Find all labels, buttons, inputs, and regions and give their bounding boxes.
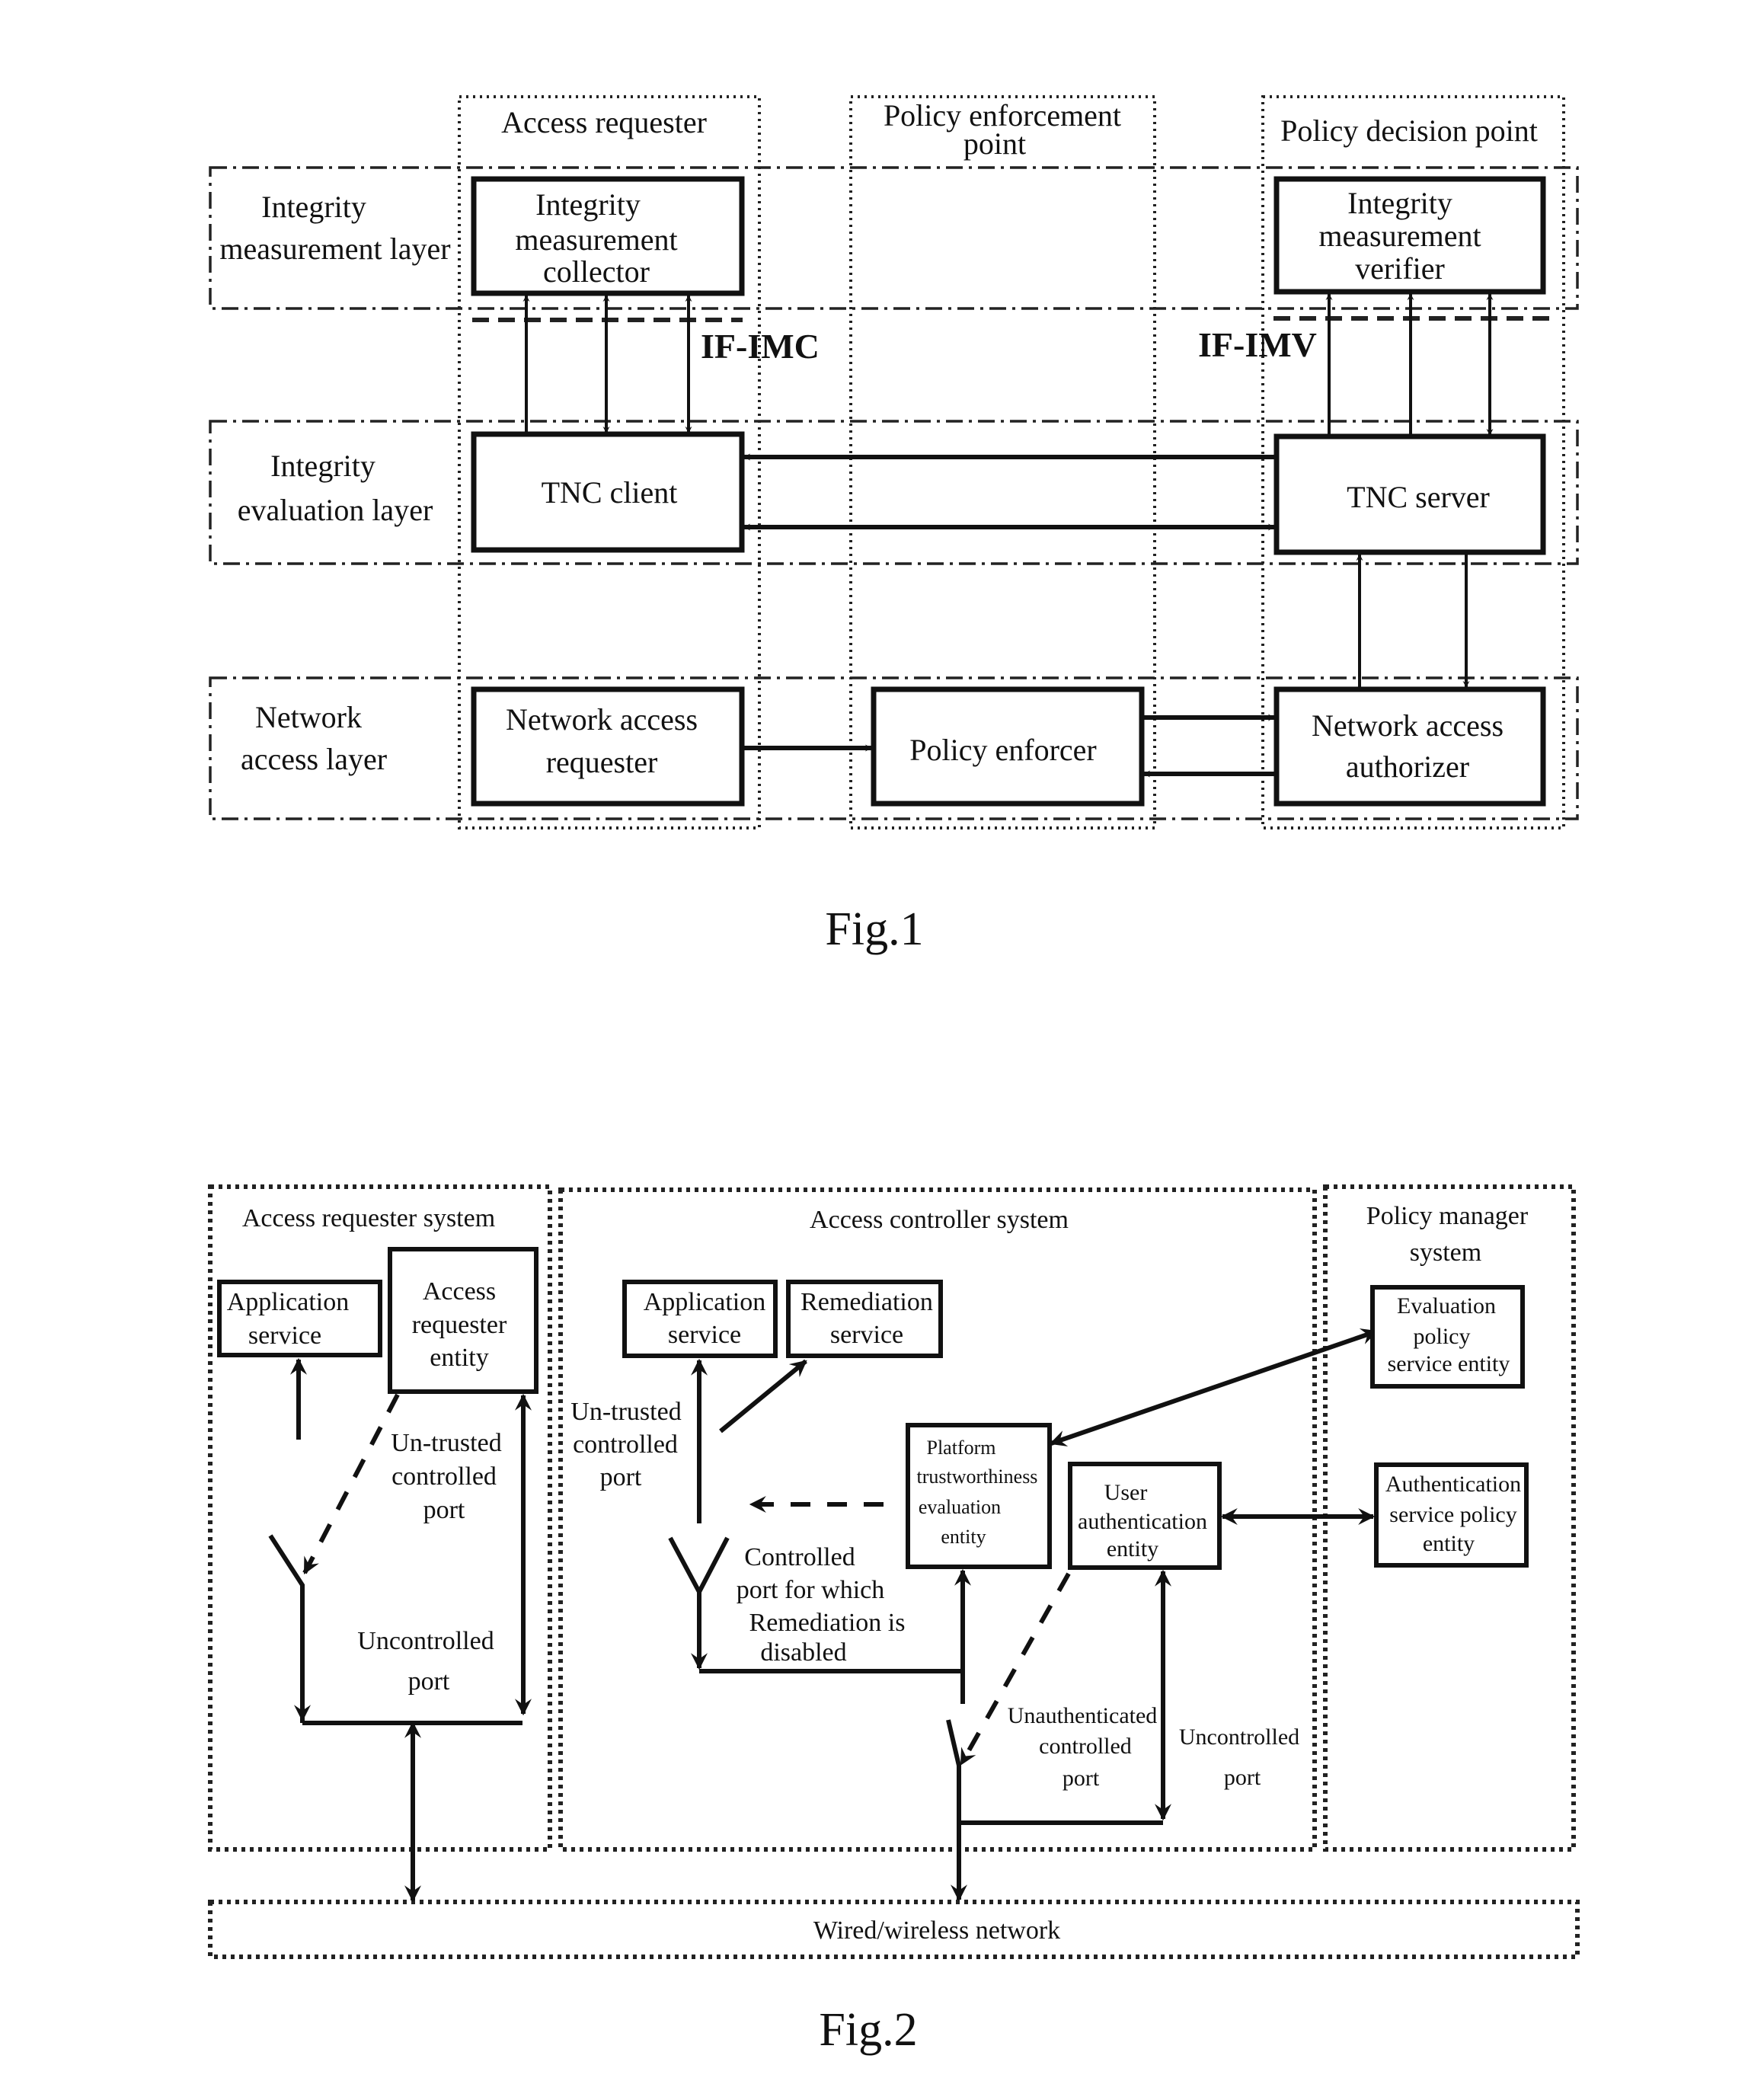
figure-2-caption: Fig.2 [819, 2004, 917, 2056]
tnc-client-box: TNC client [471, 431, 745, 553]
column-header-policy-decision-point: Policy decision point [1280, 113, 1538, 148]
figure-1: Access requester Policy enforcement poin… [209, 95, 1579, 955]
figure-1-caption: Fig.1 [825, 903, 923, 955]
ac-uncontrolled-label-2: port [1224, 1765, 1261, 1790]
arrow-ptee-epse-bidir [1049, 1328, 1379, 1446]
ar-untrusted-label-3: port [423, 1496, 465, 1524]
ac-untrusted-label-2: controlled [573, 1430, 678, 1459]
layer-label-na-line1: Network [255, 700, 362, 734]
layer-label-im-line1: Integrity [261, 190, 366, 224]
ar-untrusted-label-1: Un-trusted [391, 1429, 501, 1457]
svg-text:requester: requester [412, 1311, 507, 1339]
svg-text:authentication: authentication [1078, 1509, 1207, 1534]
svg-text:Network access: Network access [1312, 708, 1504, 743]
ac-uncontrolled-label-1: Uncontrolled [1179, 1724, 1299, 1750]
if-imv-label: IF-IMV [1198, 325, 1317, 364]
svg-text:service: service [668, 1321, 741, 1349]
svg-text:service: service [248, 1322, 321, 1350]
ac-untrusted-label-3: port [600, 1463, 642, 1491]
svg-text:service entity: service entity [1388, 1351, 1510, 1376]
policy-enforcer-box: Policy enforcer [871, 686, 1145, 807]
svg-text:Policy enforcer: Policy enforcer [909, 733, 1096, 767]
patent-figures: Access requester Policy enforcement poin… [208, 95, 1580, 2056]
ac-controlled-port-switch [668, 1536, 730, 1597]
column-header-access-requester: Access requester [501, 105, 707, 139]
svg-text:TNC server: TNC server [1347, 480, 1490, 514]
svg-text:Network access: Network access [506, 702, 698, 737]
svg-text:Integrity: Integrity [1347, 186, 1452, 220]
svg-text:requester: requester [546, 745, 658, 779]
imv-box: Integrity measurement verifier [1273, 176, 1546, 295]
ar-untrusted-label-2: controlled [391, 1462, 497, 1491]
network-label: Wired/wireless network [813, 1916, 1060, 1945]
layer-label-ie-line1: Integrity [270, 449, 375, 483]
svg-text:trustworthiness: trustworthiness [917, 1466, 1038, 1488]
svg-text:Evaluation: Evaluation [1397, 1293, 1496, 1318]
svg-text:entity: entity [430, 1344, 488, 1372]
svg-text:Access: Access [423, 1277, 496, 1306]
authentication-service-policy-entity-box: Authentication service policy entity [1374, 1462, 1529, 1568]
svg-text:verifier: verifier [1355, 251, 1445, 286]
svg-text:TNC client: TNC client [542, 475, 678, 510]
svg-text:entity: entity [941, 1526, 986, 1548]
svg-text:evaluation: evaluation [919, 1496, 1001, 1518]
ac-controlled-remediation-label-3: Remediation is [749, 1609, 906, 1637]
access-requester-entity-box: Access requester entity [388, 1247, 538, 1394]
pm-system-label-line1: Policy manager [1366, 1202, 1529, 1230]
arrow-to-remediation [719, 1359, 807, 1434]
svg-text:Application: Application [644, 1288, 766, 1316]
svg-text:authorizer: authorizer [1346, 750, 1469, 784]
ar-uncontrolled-label-2: port [408, 1667, 450, 1696]
figure-2: Access requester system Access controlle… [208, 1184, 1580, 2056]
svg-text:Integrity: Integrity [535, 187, 641, 222]
svg-text:collector: collector [543, 254, 650, 289]
ac-controlled-remediation-label-4: disabled [760, 1638, 846, 1667]
svg-text:Platform: Platform [927, 1437, 996, 1459]
tnc-server-box: TNC server [1273, 433, 1546, 555]
platform-trustworthiness-evaluation-entity-box: Platform trustworthiness evaluation enti… [906, 1423, 1052, 1569]
network-access-authorizer-box: Network access authorizer [1273, 686, 1546, 807]
svg-text:Remediation: Remediation [801, 1288, 933, 1316]
dashed-arrow-ar-entity-to-port [302, 1393, 400, 1574]
ar-system-label: Access requester system [242, 1204, 495, 1232]
ac-system-label: Access controller system [810, 1206, 1069, 1234]
svg-text:service: service [830, 1321, 903, 1349]
remediation-service-box: Remediation service [786, 1280, 943, 1358]
svg-text:Application: Application [227, 1288, 350, 1316]
svg-text:measurement: measurement [1318, 219, 1481, 253]
imc-box: Integrity measurement collector [471, 176, 745, 296]
ar-uncontrolled-label-1: Uncontrolled [357, 1627, 494, 1655]
user-authentication-entity-box: User authentication entity [1068, 1462, 1222, 1570]
ac-untrusted-label-1: Un-trusted [570, 1398, 681, 1426]
svg-text:Authentication: Authentication [1385, 1472, 1521, 1497]
svg-text:measurement: measurement [515, 222, 677, 257]
layer-label-ie-line2: evaluation layer [238, 493, 433, 527]
svg-text:policy: policy [1414, 1324, 1471, 1349]
layer-label-na-line2: access layer [241, 742, 387, 776]
ac-controlled-remediation-label-1: Controlled [744, 1543, 855, 1571]
network-access-requester-box: Network access requester [471, 686, 745, 807]
ar-controlled-port-switch [268, 1534, 305, 1723]
svg-text:entity: entity [1107, 1536, 1158, 1561]
svg-text:entity: entity [1423, 1531, 1475, 1556]
ac-unauth-label-2: controlled [1039, 1734, 1132, 1759]
ac-application-service-box: Application service [622, 1280, 778, 1358]
ar-application-service-box: Application service [217, 1280, 382, 1357]
ac-unauth-label-3: port [1063, 1766, 1100, 1791]
svg-text:service policy: service policy [1389, 1502, 1516, 1527]
layer-label-im-line2: measurement layer [219, 232, 450, 266]
ac-unauth-label-1: Unauthenticated [1008, 1703, 1158, 1728]
evaluation-policy-service-entity-box: Evaluation policy service entity [1370, 1285, 1525, 1389]
if-imc-label: IF-IMC [701, 327, 820, 366]
pm-system-label-line2: system [1410, 1239, 1481, 1267]
column-header-pep-line2: point [963, 126, 1026, 161]
svg-text:User: User [1104, 1480, 1148, 1505]
ac-controlled-remediation-label-2: port for which [737, 1576, 885, 1604]
